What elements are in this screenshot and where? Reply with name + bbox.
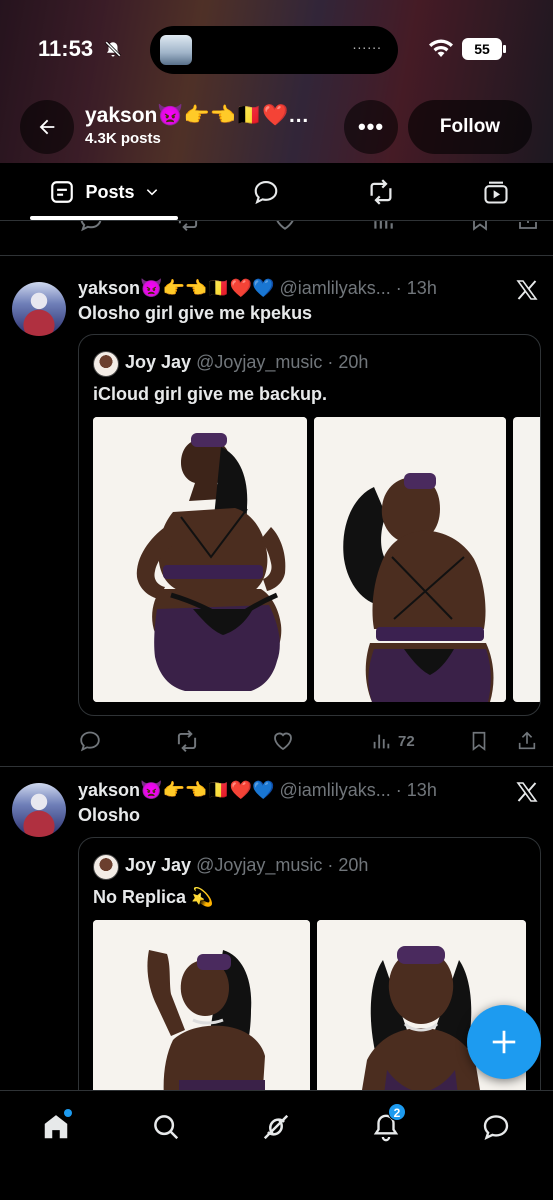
nav-home[interactable] <box>36 1107 76 1147</box>
nav-search[interactable] <box>146 1107 186 1147</box>
x-logo-icon <box>516 782 538 802</box>
profile-posts-count: 4.3K posts <box>85 130 161 147</box>
waveform-icon: ∙∙∙∙∙∙ <box>352 39 382 55</box>
battery-indicator: 55 <box>462 38 506 60</box>
tweet-text: Olosho girl give me kpekus <box>78 303 313 323</box>
bottom-navigation: 2 <box>0 1090 553 1200</box>
chevron-down-icon <box>146 189 157 196</box>
search-icon <box>154 1115 179 1140</box>
quoted-avatar <box>93 351 119 377</box>
nav-notifications[interactable]: 2 <box>366 1103 406 1147</box>
status-bar: 11:53 ∙∙∙∙∙∙ 55 <box>0 0 553 96</box>
reply-button[interactable] <box>78 726 102 756</box>
bookmark-icon <box>472 731 486 751</box>
posts-icon <box>51 181 74 203</box>
chat-bubble-icon <box>483 1115 509 1141</box>
tweet-author-name[interactable]: yakson👿👉👈🇧🇪❤️💙 <box>78 278 275 298</box>
quoted-photo-3-peek[interactable] <box>513 417 540 702</box>
tweet-actions: 72 <box>78 726 540 756</box>
bell-muted-icon <box>105 41 121 57</box>
back-button[interactable] <box>20 100 74 154</box>
heart-icon <box>276 221 294 230</box>
views-button[interactable]: 72 <box>370 726 415 756</box>
nav-messages[interactable] <box>476 1107 516 1147</box>
reply-bubble-icon <box>254 181 278 205</box>
views-icon <box>374 221 393 229</box>
reply-icon <box>80 221 102 232</box>
quoted-avatar <box>93 854 119 880</box>
share-icon <box>519 221 537 229</box>
arrow-left-icon <box>39 119 55 135</box>
tab-replies[interactable] <box>240 163 292 221</box>
tab-posts-label: Posts <box>85 181 135 202</box>
profile-header-banner: 11:53 ∙∙∙∙∙∙ 55 yakson👿👉👈🇧🇪❤️… 4.3K post… <box>0 0 553 163</box>
photo-woman-side-view <box>314 417 506 702</box>
follow-button[interactable]: Follow <box>408 100 532 154</box>
quoted-text: No Replica 💫 <box>93 887 214 907</box>
tab-media[interactable] <box>470 163 522 221</box>
home-unread-dot <box>64 1109 72 1117</box>
tab-posts[interactable]: Posts <box>30 163 178 221</box>
ellipsis-icon: ••• <box>357 114 385 139</box>
views-count: 72 <box>398 732 415 750</box>
share-button[interactable] <box>516 726 538 756</box>
like-button[interactable] <box>271 726 295 756</box>
status-time: 11:53 <box>38 36 94 61</box>
tweet-author-line: yakson👿👉👈🇧🇪❤️💙 @iamlilyaks... · 13h <box>78 278 437 299</box>
tweet-text: Olosho <box>78 805 140 825</box>
compose-button[interactable] <box>467 1005 541 1079</box>
notifications-badge: 2 <box>388 1103 406 1121</box>
tweet-handle-time: @iamlilyaks... · 13h <box>274 780 437 800</box>
bookmark-button[interactable] <box>468 726 490 756</box>
quoted-tweet[interactable]: Joy Jay @Joyjay_music · 20h iCloud girl … <box>78 334 541 716</box>
heart-icon <box>274 732 292 751</box>
quoted-text: iCloud girl give me backup. <box>93 384 328 404</box>
repost-button[interactable] <box>174 726 200 756</box>
profile-tabs: Posts <box>0 163 553 221</box>
x-logo-icon <box>516 280 538 300</box>
quoted-author-name: Joy Jay <box>125 855 192 875</box>
repost-icon <box>178 221 198 231</box>
views-icon <box>373 734 390 749</box>
dynamic-island[interactable]: ∙∙∙∙∙∙ <box>150 26 398 74</box>
more-options-button[interactable]: ••• <box>344 100 398 154</box>
share-icon <box>518 731 536 750</box>
profile-display-name: yakson👿👉👈🇧🇪❤️… <box>85 104 310 127</box>
now-playing-thumbnail <box>160 35 192 65</box>
plus-icon <box>492 1030 516 1054</box>
quoted-photo-2[interactable] <box>314 417 506 702</box>
previous-tweet-actions-partial <box>0 221 553 239</box>
tweet-author-name[interactable]: yakson👿👉👈🇧🇪❤️💙 <box>78 780 275 800</box>
repost-icon <box>177 730 197 752</box>
bookmark-icon <box>473 221 487 231</box>
quoted-handle-time: @Joyjay_music · 20h <box>191 352 369 372</box>
active-tab-indicator <box>30 216 178 220</box>
tweet-handle-time: @iamlilyaks... · 13h <box>274 278 437 298</box>
quoted-photo-1[interactable] <box>93 920 310 1090</box>
tweet[interactable]: yakson👿👉👈🇧🇪❤️💙 @iamlilyaks... · 13h Olos… <box>0 256 553 766</box>
reply-icon <box>80 731 100 752</box>
quoted-author-name: Joy Jay <box>125 352 192 372</box>
tweet-author-line: yakson👿👉👈🇧🇪❤️💙 @iamlilyaks... · 13h <box>78 780 437 801</box>
nav-grok[interactable] <box>256 1107 296 1147</box>
quoted-author-line: Joy Jay @Joyjay_music · 20h <box>125 352 368 373</box>
avatar[interactable] <box>12 783 66 837</box>
wifi-icon <box>429 39 453 57</box>
tab-reposts[interactable] <box>355 163 407 221</box>
photo-woman-back-view <box>93 417 307 702</box>
video-library-icon <box>484 181 508 204</box>
repost-icon <box>370 179 392 205</box>
avatar[interactable] <box>12 282 66 336</box>
grok-icon <box>263 1114 289 1140</box>
quoted-handle-time: @Joyjay_music · 20h <box>191 855 369 875</box>
quoted-photo-1[interactable] <box>93 417 307 702</box>
quoted-author-line: Joy Jay @Joyjay_music · 20h <box>125 855 368 876</box>
photo-woman-pose <box>93 920 310 1090</box>
profile-nav-row: yakson👿👉👈🇧🇪❤️… 4.3K posts ••• Follow <box>0 100 553 154</box>
